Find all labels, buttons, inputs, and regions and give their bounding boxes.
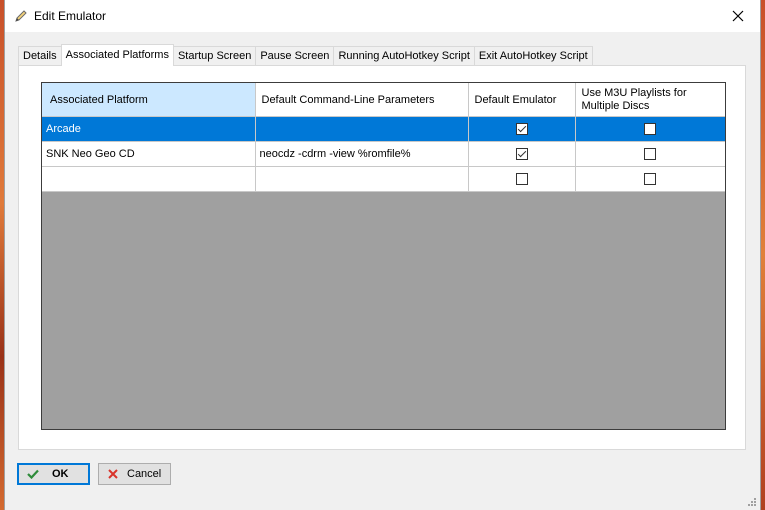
default-emulator-checkbox[interactable] — [515, 148, 528, 161]
params-cell[interactable] — [255, 116, 469, 142]
checkmark-icon — [27, 469, 39, 479]
column-header-use-m3u-playlists[interactable]: Use M3U Playlists for Multiple Discs — [575, 83, 725, 117]
tab-startup-screen[interactable]: Startup Screen — [172, 46, 257, 65]
ok-button[interactable]: OK — [17, 463, 90, 485]
associated-platforms-panel: Associated Platform Default Command-Line… — [18, 65, 746, 450]
table-row-new[interactable] — [42, 166, 725, 192]
tab-strip: Details Associated Platforms Startup Scr… — [18, 44, 593, 66]
tab-running-autohotkey-script[interactable]: Running AutoHotkey Script — [333, 46, 475, 65]
platform-cell[interactable]: Arcade — [42, 116, 256, 142]
desktop-background-right — [761, 0, 765, 510]
title-bar[interactable]: Edit Emulator — [5, 0, 760, 32]
default-emulator-cell — [468, 116, 576, 142]
platform-cell[interactable]: SNK Neo Geo CD — [42, 141, 256, 167]
column-header-command-line-parameters[interactable]: Default Command-Line Parameters — [255, 83, 469, 117]
platforms-grid[interactable]: Associated Platform Default Command-Line… — [41, 82, 726, 430]
tab-exit-autohotkey-script[interactable]: Exit AutoHotkey Script — [473, 46, 593, 65]
default-emulator-checkbox[interactable] — [515, 173, 528, 186]
params-cell[interactable]: neocdz -cdrm -view %romfile% — [255, 141, 469, 167]
use-m3u-cell — [575, 141, 725, 167]
edit-emulator-dialog: Edit Emulator Details Associated Platfor… — [4, 0, 761, 510]
platforms-table: Associated Platform Default Command-Line… — [42, 83, 725, 192]
use-m3u-cell — [575, 116, 725, 142]
default-emulator-checkbox[interactable] — [515, 123, 528, 136]
cancel-label: Cancel — [127, 468, 162, 480]
pencil-icon — [14, 9, 28, 23]
platform-cell[interactable] — [42, 166, 256, 192]
tab-associated-platforms[interactable]: Associated Platforms — [60, 44, 174, 66]
use-m3u-checkbox[interactable] — [644, 148, 656, 161]
tab-details[interactable]: Details — [18, 46, 62, 65]
use-m3u-checkbox[interactable] — [644, 173, 656, 186]
default-emulator-cell — [468, 141, 576, 167]
table-row[interactable]: Arcade — [42, 116, 725, 142]
cancel-button[interactable]: Cancel — [98, 463, 171, 485]
column-header-default-emulator[interactable]: Default Emulator — [468, 83, 576, 117]
resize-grip-icon[interactable] — [748, 498, 756, 506]
params-cell[interactable] — [255, 166, 469, 192]
table-row[interactable]: SNK Neo Geo CD neocdz -cdrm -view %romfi… — [42, 141, 725, 167]
tab-pause-screen[interactable]: Pause Screen — [255, 46, 335, 65]
default-emulator-cell — [468, 166, 576, 192]
use-m3u-cell — [575, 166, 725, 192]
close-button[interactable] — [716, 0, 760, 32]
use-m3u-checkbox[interactable] — [644, 123, 656, 136]
cancel-x-icon — [108, 469, 118, 479]
window-title: Edit Emulator — [34, 9, 107, 23]
header-row: Associated Platform Default Command-Line… — [42, 83, 725, 117]
close-icon — [732, 10, 744, 22]
column-header-associated-platform[interactable]: Associated Platform — [42, 83, 256, 117]
ok-label: OK — [52, 468, 69, 480]
